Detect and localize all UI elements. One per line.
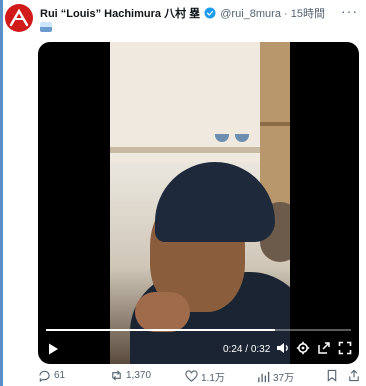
reply-action[interactable]: 61	[38, 369, 65, 382]
play-icon[interactable]	[46, 342, 60, 356]
video-shelf	[110, 147, 260, 153]
window-edge	[0, 0, 3, 386]
post-text	[40, 21, 52, 33]
settings-icon[interactable]	[296, 341, 310, 355]
bookmark-action[interactable]	[326, 369, 338, 382]
video-time: 0:24 / 0:32	[223, 344, 270, 355]
share-icon	[349, 369, 359, 382]
bookmark-icon	[327, 369, 337, 382]
heart-icon	[185, 370, 198, 382]
reply-icon	[39, 370, 50, 382]
fullscreen-icon[interactable]	[338, 341, 352, 355]
volume-icon[interactable]	[276, 341, 290, 355]
video-person-hand	[135, 292, 190, 332]
repost-count: 1,370	[126, 370, 152, 381]
verified-badge-icon	[204, 7, 216, 19]
like-action[interactable]: 1.1万	[185, 369, 225, 384]
duration: 0:32	[250, 344, 271, 355]
post-header: Rui “Louis” Hachimura 八村 塁 @rui_8mura · …	[40, 7, 325, 21]
post-timestamp[interactable]: 15時間	[291, 8, 325, 20]
repost-action[interactable]: 1,370	[110, 369, 151, 382]
video-frame[interactable]	[110, 42, 290, 364]
more-options-icon[interactable]: ···	[341, 3, 358, 19]
post-actions-bar: 61 1,370 1.1万 37万	[0, 369, 366, 385]
video-player[interactable]: 0:24 / 0:32	[38, 42, 359, 364]
video-cabinet-shelf	[260, 122, 290, 126]
repost-icon	[112, 370, 121, 381]
views-count: 37万	[273, 373, 295, 384]
author-handle[interactable]: @rui_8mura	[220, 8, 281, 20]
popout-icon[interactable]	[317, 341, 331, 355]
views-action[interactable]: 37万	[257, 369, 294, 384]
video-progress-bar[interactable]	[46, 329, 351, 331]
video-progress-fill	[46, 329, 275, 331]
share-action[interactable]	[348, 369, 360, 382]
like-count: 1.1万	[201, 373, 225, 384]
video-background-wall	[110, 42, 260, 162]
views-chart-icon	[258, 371, 270, 383]
avatar[interactable]	[5, 4, 33, 32]
avatar-logo-icon	[9, 8, 29, 27]
header-separator: ·	[284, 8, 288, 20]
video-person-cap	[155, 162, 275, 242]
reply-count: 61	[54, 370, 66, 381]
flag-emoji-icon	[40, 22, 52, 33]
current-time: 0:24	[223, 344, 243, 355]
time-separator: /	[242, 344, 251, 355]
author-name[interactable]: Rui “Louis” Hachimura 八村 塁	[40, 8, 200, 20]
